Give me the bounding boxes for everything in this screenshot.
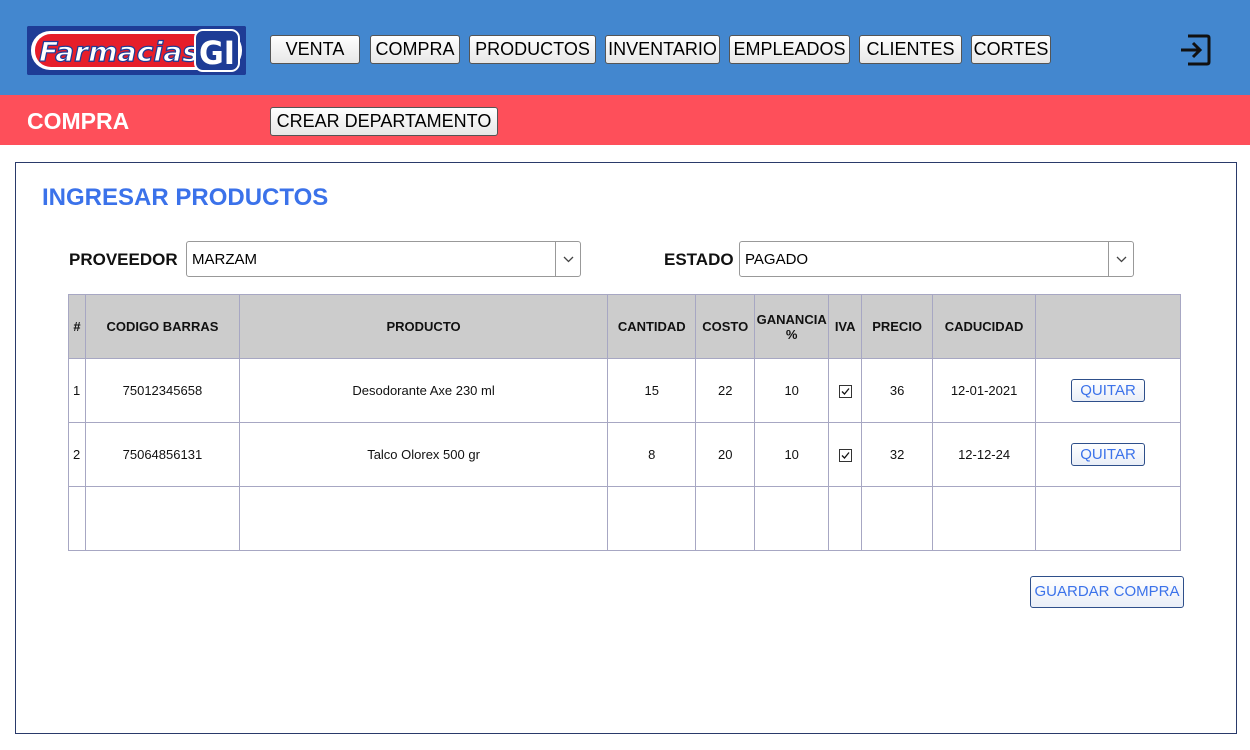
nav-cortes-button[interactable]: CORTES [971, 35, 1051, 64]
header-barcode: CODIGO BARRAS [84, 294, 240, 359]
cell-product: Desodorante Axe 230 ml [238, 358, 609, 423]
cell-expiry: 12-01-2021 [932, 358, 1037, 423]
status-value: PAGADO [745, 251, 809, 268]
nav-compra-button[interactable]: COMPRA [370, 35, 460, 64]
cell-profit[interactable] [754, 486, 830, 551]
cell-barcode[interactable] [84, 486, 240, 551]
nav-clientes-button[interactable]: CLIENTES [859, 35, 962, 64]
cell-price [861, 486, 934, 551]
header-quantity: CANTIDAD [607, 294, 697, 359]
header-num: # [68, 294, 86, 359]
cell-actions: QUITAR [1035, 358, 1181, 423]
iva-checkbox[interactable] [838, 449, 852, 463]
remove-button[interactable]: QUITAR [1071, 379, 1146, 402]
table-row-empty [68, 486, 1181, 551]
iva-checkbox[interactable] [838, 385, 852, 399]
header-actions [1035, 294, 1181, 359]
cell-profit: 10 [754, 422, 830, 487]
cell-price: 36 [861, 358, 934, 423]
cell-num [68, 486, 86, 551]
nav-productos-button[interactable]: PRODUCTOS [469, 35, 596, 64]
header-iva: IVA [828, 294, 863, 359]
products-table: # CODIGO BARRAS PRODUCTO CANTIDAD COSTO … [68, 294, 1181, 551]
cell-iva [828, 358, 863, 423]
cell-cost: 22 [695, 358, 756, 423]
cell-expiry: 12-12-24 [932, 422, 1037, 487]
section-title: COMPRA [27, 108, 130, 134]
table-row: 2 75064856131 Talco Olorex 500 gr 8 20 1… [68, 422, 1181, 487]
table-row: 1 75012345658 Desodorante Axe 230 ml 15 … [68, 358, 1181, 423]
svg-text:GI: GI [199, 34, 235, 72]
cell-product[interactable] [238, 486, 609, 551]
header-price: PRECIO [861, 294, 934, 359]
supplier-label: PROVEEDOR [69, 250, 178, 269]
header-product: PRODUCTO [238, 294, 609, 359]
cell-quantity: 8 [607, 422, 697, 487]
nav-venta-button[interactable]: VENTA [270, 35, 360, 64]
status-select[interactable]: PAGADO [739, 241, 1134, 277]
supplier-value: MARZAM [192, 251, 257, 268]
save-purchase-button[interactable]: GUARDAR COMPRA [1030, 576, 1184, 608]
cell-actions [1035, 486, 1181, 551]
chevron-down-icon[interactable] [555, 242, 580, 276]
farmacias-logo[interactable]: Farmacias GI [27, 26, 246, 75]
cell-product: Talco Olorex 500 gr [238, 422, 609, 487]
status-label: ESTADO [664, 250, 734, 269]
cell-cost: 20 [695, 422, 756, 487]
purchase-panel: INGRESAR PRODUCTOS PROVEEDOR MARZAM ESTA… [15, 162, 1237, 734]
nav-inventario-button[interactable]: INVENTARIO [605, 35, 720, 64]
logout-icon[interactable] [1178, 33, 1212, 67]
cell-actions: QUITAR [1035, 422, 1181, 487]
remove-button[interactable]: QUITAR [1071, 443, 1146, 466]
create-department-button[interactable]: CREAR DEPARTAMENTO [270, 107, 498, 136]
svg-text:Farmacias: Farmacias [39, 37, 199, 68]
cell-num: 1 [68, 358, 86, 423]
top-navigation-bar: Farmacias GI VENTA COMPRA PRODUCTOS INVE… [0, 0, 1250, 95]
cell-iva [828, 486, 863, 551]
panel-title: INGRESAR PRODUCTOS [42, 184, 329, 211]
chevron-down-icon[interactable] [1108, 242, 1133, 276]
cell-expiry[interactable] [932, 486, 1037, 551]
supplier-select[interactable]: MARZAM [186, 241, 581, 277]
section-header-bar: COMPRA CREAR DEPARTAMENTO [0, 95, 1250, 145]
cell-num: 2 [68, 422, 86, 487]
cell-quantity[interactable] [607, 486, 697, 551]
header-cost: COSTO [695, 294, 756, 359]
cell-iva [828, 422, 863, 487]
cell-barcode: 75064856131 [84, 422, 240, 487]
header-expiry: CADUCIDAD [932, 294, 1037, 359]
nav-empleados-button[interactable]: EMPLEADOS [729, 35, 850, 64]
cell-price: 32 [861, 422, 934, 487]
table-header-row: # CODIGO BARRAS PRODUCTO CANTIDAD COSTO … [68, 294, 1181, 359]
header-profit: GANANCIA % [754, 294, 830, 359]
cell-profit: 10 [754, 358, 830, 423]
cell-quantity: 15 [607, 358, 697, 423]
cell-cost[interactable] [695, 486, 756, 551]
cell-barcode: 75012345658 [84, 358, 240, 423]
